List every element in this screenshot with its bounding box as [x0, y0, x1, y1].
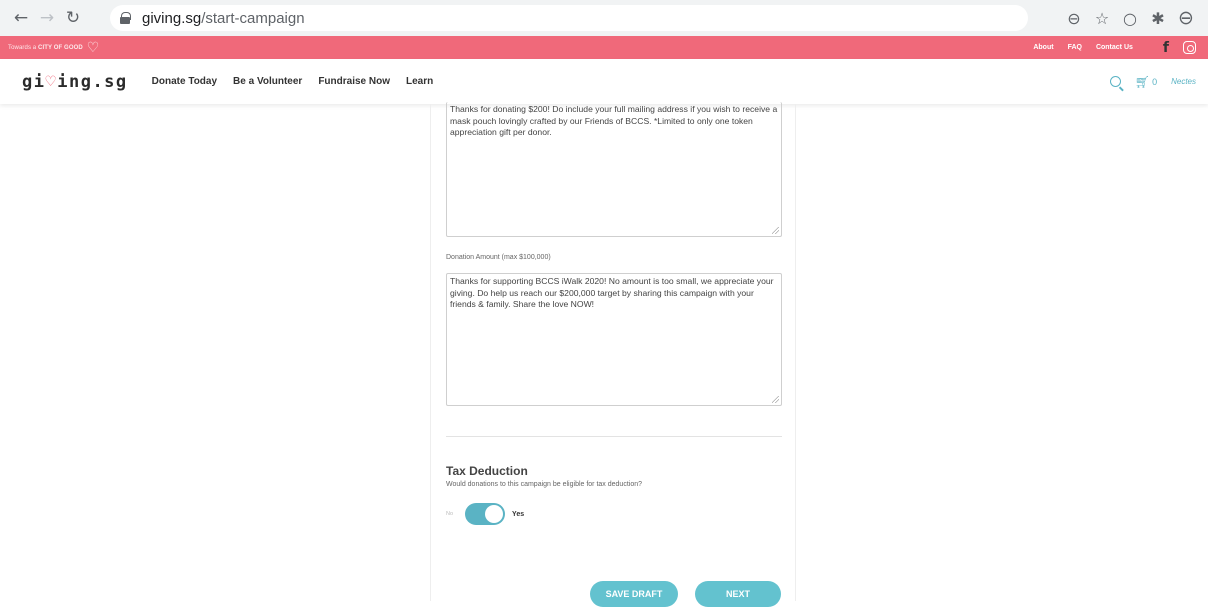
logo[interactable]: gi♡ing.sg — [22, 72, 128, 92]
section-divider — [446, 436, 782, 437]
tagline-bold: CITY OF GOOD — [38, 44, 83, 51]
tax-deduction-toggle-row: No Yes — [446, 503, 524, 525]
back-arrow-icon[interactable]: ← — [8, 5, 34, 31]
nav-learn[interactable]: Learn — [406, 76, 433, 87]
donation-message-text: Thanks for supporting BCCS iWalk 2020! N… — [450, 276, 774, 309]
cart-icon[interactable]: 🛒︎ — [1135, 75, 1150, 89]
bookmark-star-icon[interactable]: ☆ — [1088, 5, 1116, 31]
nav-fundraise-now[interactable]: Fundraise Now — [318, 76, 390, 87]
nav-be-a-volunteer[interactable]: Be a Volunteer — [233, 76, 302, 87]
appreciation-message-text: Thanks for donating $200! Do include you… — [450, 104, 778, 137]
tax-deduction-toggle[interactable] — [465, 503, 506, 525]
reload-icon[interactable]: ↻ — [60, 5, 86, 31]
search-icon[interactable] — [1109, 76, 1121, 87]
extension-circle-icon[interactable]: ○ — [1116, 5, 1144, 31]
browser-toolbar: ← → ↻ giving.sg/start-campaign ⊖ ☆ ○ ✱ ⊖ — [0, 0, 1208, 36]
extensions-puzzle-icon[interactable]: ✱ — [1144, 5, 1172, 31]
url-text: giving.sg/start-campaign — [142, 9, 305, 27]
toggle-yes-label: Yes — [512, 510, 525, 518]
toggle-no-label: No — [446, 511, 454, 517]
facebook-icon[interactable]: f — [1163, 40, 1169, 56]
resize-grip-icon[interactable] — [772, 227, 779, 234]
resize-grip-icon[interactable] — [772, 396, 779, 403]
tax-deduction-title: Tax Deduction — [446, 464, 528, 478]
about-link[interactable]: About — [1033, 44, 1053, 51]
zoom-icon[interactable]: ⊖ — [1060, 5, 1088, 31]
campaign-form: Thanks for donating $200! Do include you… — [430, 102, 796, 607]
save-draft-button[interactable]: SAVE DRAFT — [590, 581, 678, 607]
faq-link[interactable]: FAQ — [1068, 44, 1082, 51]
toggle-knob — [485, 505, 504, 523]
forward-arrow-icon[interactable]: → — [34, 5, 60, 31]
tax-deduction-description: Would donations to this campaign be elig… — [446, 481, 642, 488]
tagline: Towards a CITY OF GOOD ♡ — [8, 41, 99, 55]
instagram-icon[interactable] — [1183, 41, 1196, 54]
heart-icon: ♡ — [86, 39, 100, 56]
donation-message-textarea[interactable]: Thanks for supporting BCCS iWalk 2020! N… — [446, 273, 782, 406]
site-nav: gi♡ing.sg Donate Today Be a Volunteer Fu… — [0, 59, 1208, 104]
user-menu[interactable]: Nectes — [1171, 77, 1196, 86]
profile-icon[interactable]: ⊖ — [1172, 5, 1200, 31]
lock-icon — [120, 12, 131, 24]
address-bar[interactable]: giving.sg/start-campaign — [110, 5, 1028, 31]
appreciation-message-textarea[interactable]: Thanks for donating $200! Do include you… — [446, 102, 782, 237]
nav-donate-today[interactable]: Donate Today — [152, 76, 217, 87]
top-bar: Towards a CITY OF GOOD ♡ About FAQ Conta… — [0, 36, 1208, 59]
contact-us-link[interactable]: Contact Us — [1096, 44, 1133, 51]
tagline-prefix: Towards a — [8, 44, 37, 51]
cart-count: 0 — [1152, 76, 1158, 87]
donation-amount-label: Donation Amount (max $100,000) — [446, 254, 551, 261]
next-button[interactable]: NEXT — [695, 581, 781, 607]
